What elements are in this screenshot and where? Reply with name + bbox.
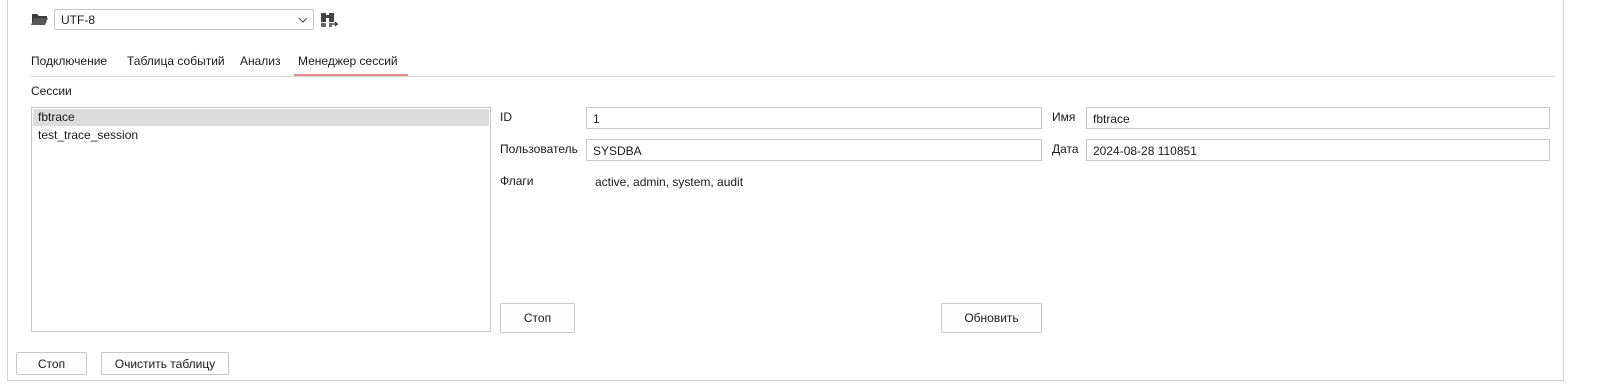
list-item[interactable]: test_trace_session <box>33 127 489 144</box>
date-field[interactable]: 2024-08-28 110851 <box>1086 139 1550 161</box>
flags-label: Флаги <box>500 174 534 188</box>
session-stop-button[interactable]: Стоп <box>500 303 575 333</box>
tab-analysis[interactable]: Анализ <box>240 50 281 74</box>
flags-value: active, admin, system, audit <box>595 175 744 189</box>
tab-event-table[interactable]: Таблица событий <box>127 50 225 74</box>
name-field[interactable]: fbtrace <box>1086 107 1550 129</box>
clear-table-button[interactable]: Очистить таблицу <box>101 352 229 375</box>
refresh-button[interactable]: Обновить <box>941 303 1042 333</box>
user-label: Пользователь <box>500 142 578 156</box>
binoculars-export-icon[interactable] <box>320 11 340 29</box>
tab-session-manager[interactable]: Менеджер сессий <box>294 50 408 76</box>
name-label: Имя <box>1052 110 1076 124</box>
chevron-down-icon <box>297 14 309 26</box>
date-label: Дата <box>1052 142 1079 156</box>
id-field[interactable]: 1 <box>586 107 1042 129</box>
encoding-select[interactable]: UTF-8 <box>54 9 314 30</box>
tab-divider <box>31 76 1555 77</box>
tab-connection[interactable]: Подключение <box>31 50 107 74</box>
id-label: ID <box>500 110 512 124</box>
stop-button[interactable]: Стоп <box>16 352 87 375</box>
list-item[interactable]: fbtrace <box>33 109 489 126</box>
sessions-label: Сессии <box>31 84 72 98</box>
folder-open-icon[interactable] <box>31 11 49 27</box>
encoding-value: UTF-8 <box>61 13 95 27</box>
user-field[interactable]: SYSDBA <box>586 139 1042 161</box>
session-list[interactable]: fbtrace test_trace_session <box>31 107 491 332</box>
